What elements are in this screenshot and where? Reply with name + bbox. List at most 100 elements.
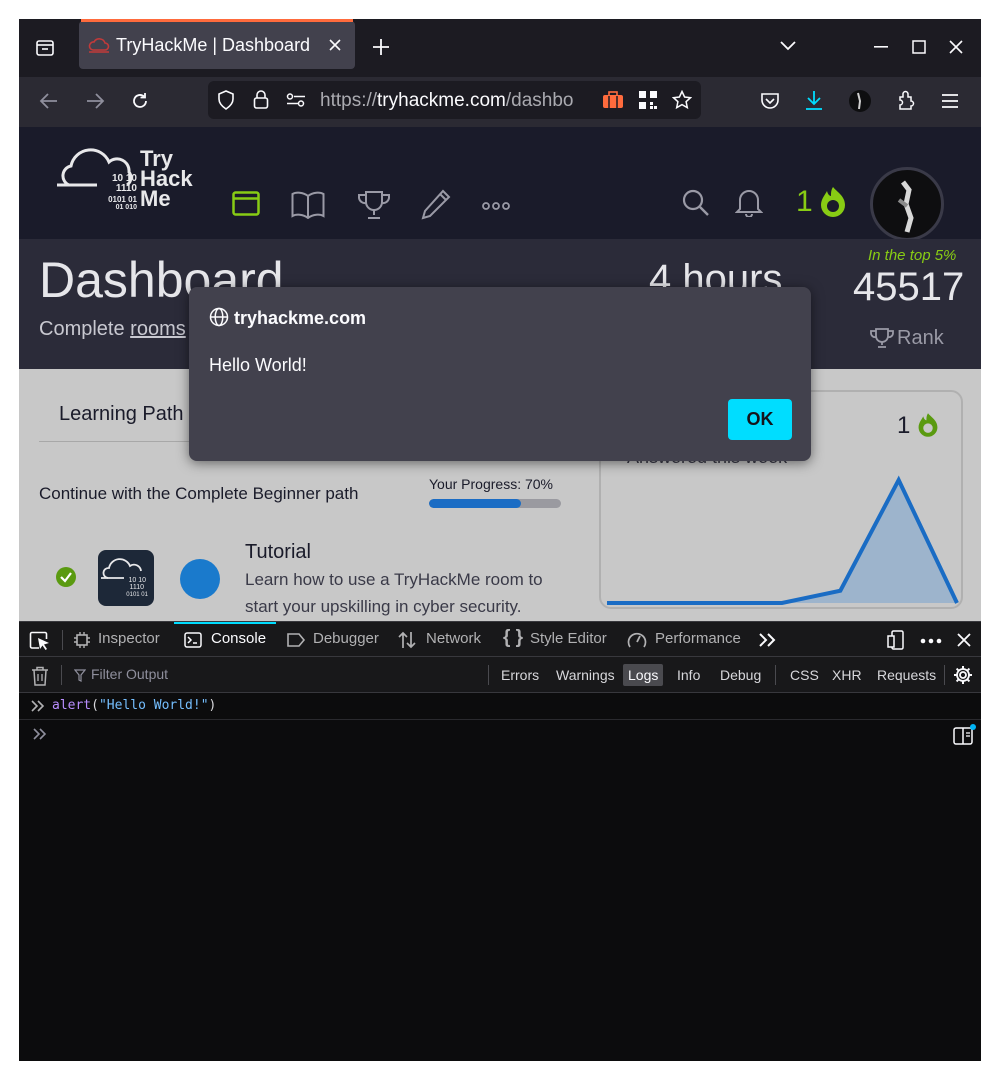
editor-mode-icon[interactable] <box>953 724 977 746</box>
console-log-row: alert("Hello World!") <box>19 693 981 720</box>
menu-icon[interactable] <box>941 93 959 109</box>
globe-icon <box>209 307 229 327</box>
tab-learning-path[interactable]: Learning Path <box>59 403 184 426</box>
filter-xhr[interactable]: XHR <box>827 664 867 686</box>
bell-icon[interactable] <box>735 187 763 217</box>
avatar[interactable] <box>870 167 944 241</box>
options-dots-icon[interactable] <box>920 638 942 644</box>
page-subtitle: Complete rooms <box>39 318 186 340</box>
trophy-nav-icon[interactable] <box>357 190 391 220</box>
room-desc-1: Learn how to use a TryHackMe room to <box>245 570 543 589</box>
console-filter-bar: Filter Output Errors Warnings Logs Info … <box>19 657 981 693</box>
alert-dialog: tryhackme.com Hello World! OK <box>189 287 811 461</box>
devtools-close-icon[interactable] <box>957 633 971 647</box>
style-editor-icon: { } <box>503 627 524 648</box>
rank-value: 45517 <box>853 265 965 309</box>
tab-bar: TryHackMe | Dashboard <box>19 19 981 77</box>
tab-accent-line <box>81 19 353 22</box>
tab-style-editor[interactable]: Style Editor <box>530 630 607 647</box>
filter-css[interactable]: CSS <box>785 664 824 686</box>
streak-flame-icon <box>819 186 847 218</box>
star-icon[interactable] <box>672 90 692 110</box>
inspector-icon <box>74 632 90 648</box>
check-circle-icon <box>56 567 76 587</box>
active-tab[interactable]: TryHackMe | Dashboard <box>79 21 355 69</box>
filter-errors[interactable]: Errors <box>496 664 544 686</box>
tab-list-icon[interactable] <box>35 38 55 58</box>
filter-info[interactable]: Info <box>672 664 705 686</box>
shield-icon[interactable] <box>217 90 235 110</box>
ok-button[interactable]: OK <box>728 399 792 440</box>
tab-console[interactable]: Console <box>211 630 266 647</box>
responsive-mode-icon[interactable] <box>887 630 907 650</box>
devtools-toolbar: Inspector Console Debugger Network { } S… <box>19 621 981 657</box>
pencil-nav-icon[interactable] <box>421 189 451 221</box>
svg-text:10 10: 10 10 <box>128 577 146 584</box>
alert-message: Hello World! <box>209 355 307 375</box>
favicon-icon <box>88 36 110 54</box>
filter-warnings[interactable]: Warnings <box>551 664 620 686</box>
site-header: 10 10 1110 0101 01 01 010 Try Hack Me 1 <box>19 127 981 241</box>
filter-requests[interactable]: Requests <box>872 664 941 686</box>
browser-window: TryHackMe | Dashboard https://tryhackme.… <box>19 19 981 1061</box>
room-thumbnail[interactable]: 10 10 1110 0101 01 <box>98 550 154 606</box>
network-icon <box>397 631 417 649</box>
filter-separator <box>488 665 489 685</box>
room-title[interactable]: Tutorial <box>245 541 311 564</box>
pocket-icon[interactable] <box>760 91 780 111</box>
briefcase-icon[interactable] <box>602 91 624 109</box>
toolbar-separator <box>62 630 63 650</box>
extensions-icon[interactable] <box>895 89 917 111</box>
url-text[interactable]: https://tryhackme.com/dashbo <box>320 90 573 112</box>
more-nav-icon[interactable] <box>482 201 510 211</box>
filter-debug[interactable]: Debug <box>715 664 766 686</box>
progress-bar <box>429 499 561 508</box>
reload-icon[interactable] <box>130 91 150 111</box>
input-chevron-icon <box>31 700 45 712</box>
back-icon[interactable] <box>39 92 59 110</box>
room-desc-2: start your upskilling in cyber security. <box>245 597 522 616</box>
qr-icon[interactable] <box>639 91 657 109</box>
performance-icon <box>627 631 647 649</box>
progress-label: Your Progress: 70% <box>429 476 553 492</box>
tab-debugger[interactable]: Debugger <box>313 630 379 647</box>
maximize-icon[interactable] <box>912 40 926 54</box>
console-input[interactable] <box>19 720 981 750</box>
console-icon <box>184 632 202 648</box>
logo-text: Try Hack Me <box>140 146 193 211</box>
permissions-icon[interactable] <box>286 93 306 107</box>
devtools-panel: Inspector Console Debugger Network { } S… <box>19 621 981 1061</box>
lock-icon[interactable] <box>253 90 269 110</box>
alert-origin: tryhackme.com <box>234 308 367 328</box>
minimize-icon[interactable] <box>874 46 888 48</box>
new-tab-icon[interactable] <box>372 38 390 56</box>
filter-input[interactable]: Filter Output <box>91 666 168 682</box>
room-progress-pie <box>180 559 220 599</box>
trash-icon[interactable] <box>31 666 49 686</box>
more-tools-icon[interactable] <box>758 632 778 648</box>
profile-icon[interactable] <box>848 89 872 113</box>
filter-separator <box>944 665 945 685</box>
url-bar[interactable]: https://tryhackme.com/dashbo <box>208 81 701 119</box>
forward-icon[interactable] <box>85 92 105 110</box>
close-tab-icon[interactable] <box>328 38 342 52</box>
rooms-link[interactable]: rooms <box>130 318 186 340</box>
search-icon[interactable] <box>682 189 710 217</box>
book-nav-icon[interactable] <box>291 191 325 219</box>
progress-fill <box>429 499 522 508</box>
tab-title: TryHackMe | Dashboard <box>116 35 311 55</box>
filter-logs[interactable]: Logs <box>623 664 664 686</box>
streak-count: 1 <box>796 185 813 218</box>
element-picker-icon[interactable] <box>29 631 51 651</box>
settings-gear-icon[interactable] <box>953 665 973 685</box>
chevron-down-icon[interactable] <box>779 40 797 52</box>
download-icon[interactable] <box>804 90 824 112</box>
tab-inspector[interactable]: Inspector <box>98 630 160 647</box>
active-tab-indicator <box>174 622 276 624</box>
tab-performance[interactable]: Performance <box>655 630 741 647</box>
window-close-icon[interactable] <box>949 40 963 54</box>
chart-area <box>607 480 957 603</box>
dashboard-nav-icon[interactable] <box>232 191 260 217</box>
svg-text:0101 01: 0101 01 <box>126 592 148 598</box>
tab-network[interactable]: Network <box>426 630 481 647</box>
